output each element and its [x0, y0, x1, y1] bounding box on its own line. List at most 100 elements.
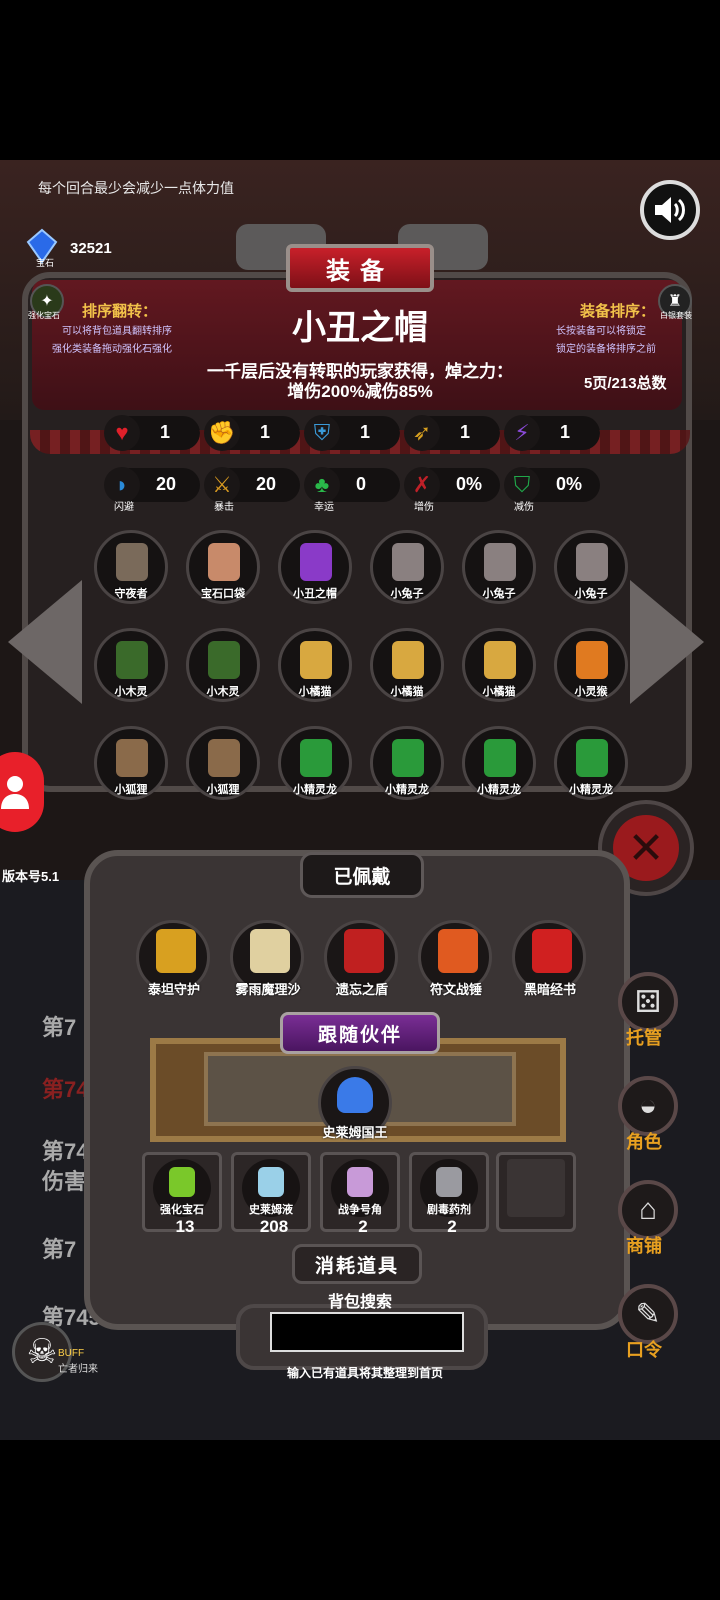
profile-button[interactable]	[0, 752, 44, 832]
equipped-sprite-icon	[156, 929, 196, 973]
inventory-slot[interactable]: 宝石口袋	[186, 530, 260, 604]
item-sprite-icon	[484, 739, 516, 777]
dice-icon: ⚄	[634, 985, 662, 1019]
item-sprite-icon	[208, 543, 240, 581]
inventory-slot[interactable]: 小木灵	[94, 628, 168, 702]
companion-header: 跟随伙伴	[280, 1012, 440, 1054]
inventory-item-label: 小丑之帽	[293, 588, 337, 600]
menu-button-shop[interactable]: ⌂	[618, 1180, 678, 1240]
item-sprite-icon	[392, 641, 424, 679]
menu-button-dice[interactable]: ⚄	[618, 972, 678, 1032]
stat-value: 0	[356, 474, 367, 494]
item-sprite-icon	[392, 543, 424, 581]
equipped-item-label: 雾雨魔理沙	[235, 982, 301, 997]
consumable-label: 战争号角	[338, 1204, 382, 1216]
equipped-header: 已佩戴	[300, 852, 424, 898]
slime-king-icon	[337, 1077, 373, 1113]
consumable-count: 208	[259, 1217, 289, 1236]
inventory-item-label: 小狐狸	[206, 784, 240, 796]
selected-item-desc: 一千层后没有转职的玩家获得，焯之力： 增伤200%减伤85%	[140, 362, 580, 402]
consumable-sprite-icon	[347, 1167, 373, 1197]
inventory-slot[interactable]: 小精灵龙	[278, 726, 352, 800]
inventory-item-label: 小精灵龙	[569, 784, 613, 796]
consumable-count: 2	[358, 1217, 368, 1236]
inventory-slot[interactable]: 小狐狸	[186, 726, 260, 800]
currency-label: 宝石	[36, 258, 55, 268]
page-info: 5页/213总数	[584, 375, 667, 392]
stat-label: 减伤	[514, 502, 534, 513]
inventory-item-label: 小精灵龙	[385, 784, 429, 796]
inventory-slot[interactable]: 小丑之帽	[278, 530, 352, 604]
inventory-slot[interactable]: 小兔子	[370, 530, 444, 604]
version-label: 版本号5.1	[2, 869, 60, 884]
equipped-sprite-icon	[532, 929, 572, 973]
inventory-slot[interactable]: 小精灵龙	[370, 726, 444, 800]
equipped-item-label: 遗忘之盾	[335, 982, 388, 997]
item-sprite-icon	[300, 543, 332, 581]
inventory-item-label: 宝石口袋	[201, 588, 245, 600]
empty-slot-inner	[507, 1159, 565, 1217]
item-sprite-icon	[576, 739, 608, 777]
menu-button-hood[interactable]: ◒	[618, 1076, 678, 1136]
stat-value: 0%	[456, 474, 483, 494]
consumable-sprite-icon	[436, 1167, 462, 1197]
equipped-slot[interactable]: 符文战锤	[418, 920, 492, 997]
person-icon	[1, 776, 29, 809]
inventory-item-label: 小木灵	[114, 686, 148, 698]
skull-icon: ☠	[26, 1333, 58, 1371]
inventory-item-label: 小灵猴	[574, 686, 608, 698]
search-label: 背包搜索	[327, 1294, 392, 1311]
item-sprite-icon	[208, 739, 240, 777]
equipped-slot[interactable]: 遗忘之盾	[324, 920, 398, 997]
search-hint: 输入已有道具将其整理到首页	[286, 1366, 443, 1380]
inventory-slot[interactable]: 小灵猴	[554, 628, 628, 702]
inventory-item-label: 小橘猫	[298, 686, 332, 698]
menu-label: 口令	[626, 1340, 662, 1360]
equipped-slot[interactable]: 黑暗经书	[512, 920, 586, 997]
stat-value: 20	[156, 474, 177, 494]
consumable-slot[interactable]: 剧毒药剂 2	[409, 1152, 489, 1236]
sort-flip-title[interactable]: 排序翻转：	[82, 300, 157, 321]
menu-button-scroll[interactable]: ✎	[618, 1284, 678, 1344]
inventory-slot[interactable]: 小橘猫	[370, 628, 444, 702]
stat-value: 1	[460, 422, 471, 442]
consumable-slot[interactable]: 战争号角 2	[320, 1152, 400, 1236]
prev-page-arrow[interactable]	[8, 580, 82, 704]
menu-label: 角色	[626, 1132, 662, 1152]
buff-label: BUFF	[58, 1348, 85, 1359]
lightning-icon: ⚡	[504, 415, 540, 451]
consumable-slot[interactable]: 史莱姆液 208	[231, 1152, 311, 1236]
inventory-slot[interactable]: 小兔子	[462, 530, 536, 604]
inventory-slot[interactable]: 小兔子	[554, 530, 628, 604]
inventory-slot[interactable]: 守夜者	[94, 530, 168, 604]
inventory-slot[interactable]: 小橘猫	[462, 628, 536, 702]
equip-sort-title[interactable]: 装备排序：	[580, 300, 655, 321]
inventory-slot[interactable]: 小狐狸	[94, 726, 168, 800]
inventory-slot[interactable]: 小精灵龙	[462, 726, 536, 800]
log-line: 第74	[42, 1139, 89, 1164]
stat-value: 1	[260, 422, 271, 442]
inventory-slot[interactable]: 小精灵龙	[554, 726, 628, 800]
inventory-slot[interactable]: 小木灵	[186, 628, 260, 702]
sound-button[interactable]	[640, 180, 700, 240]
next-page-arrow[interactable]	[630, 580, 704, 704]
equipped-sprite-icon	[344, 929, 384, 973]
item-sprite-icon	[116, 641, 148, 679]
stat-label: 增伤	[414, 502, 434, 513]
consumable-count: 2	[447, 1217, 457, 1236]
empty-consumable-slot[interactable]	[496, 1152, 576, 1232]
inventory-slot[interactable]: 小橘猫	[278, 628, 352, 702]
consumable-slot[interactable]: 强化宝石 13	[142, 1152, 222, 1236]
inventory-item-label: 守夜者	[114, 588, 148, 600]
heart-icon: ♥	[104, 415, 140, 451]
companion-label: 史莱姆国王	[322, 1125, 388, 1140]
stat-value: 1	[560, 422, 571, 442]
gem-count: 32521	[70, 240, 112, 257]
equipped-slot[interactable]: 雾雨魔理沙	[230, 920, 304, 997]
consumable-label: 史莱姆液	[249, 1204, 293, 1216]
scroll-icon: ✎	[635, 1297, 661, 1331]
item-sprite-icon	[116, 543, 148, 581]
equipped-item-label: 泰坦守护	[147, 982, 200, 997]
bag-search-input[interactable]	[270, 1312, 464, 1352]
equipped-slot[interactable]: 泰坦守护	[136, 920, 210, 997]
